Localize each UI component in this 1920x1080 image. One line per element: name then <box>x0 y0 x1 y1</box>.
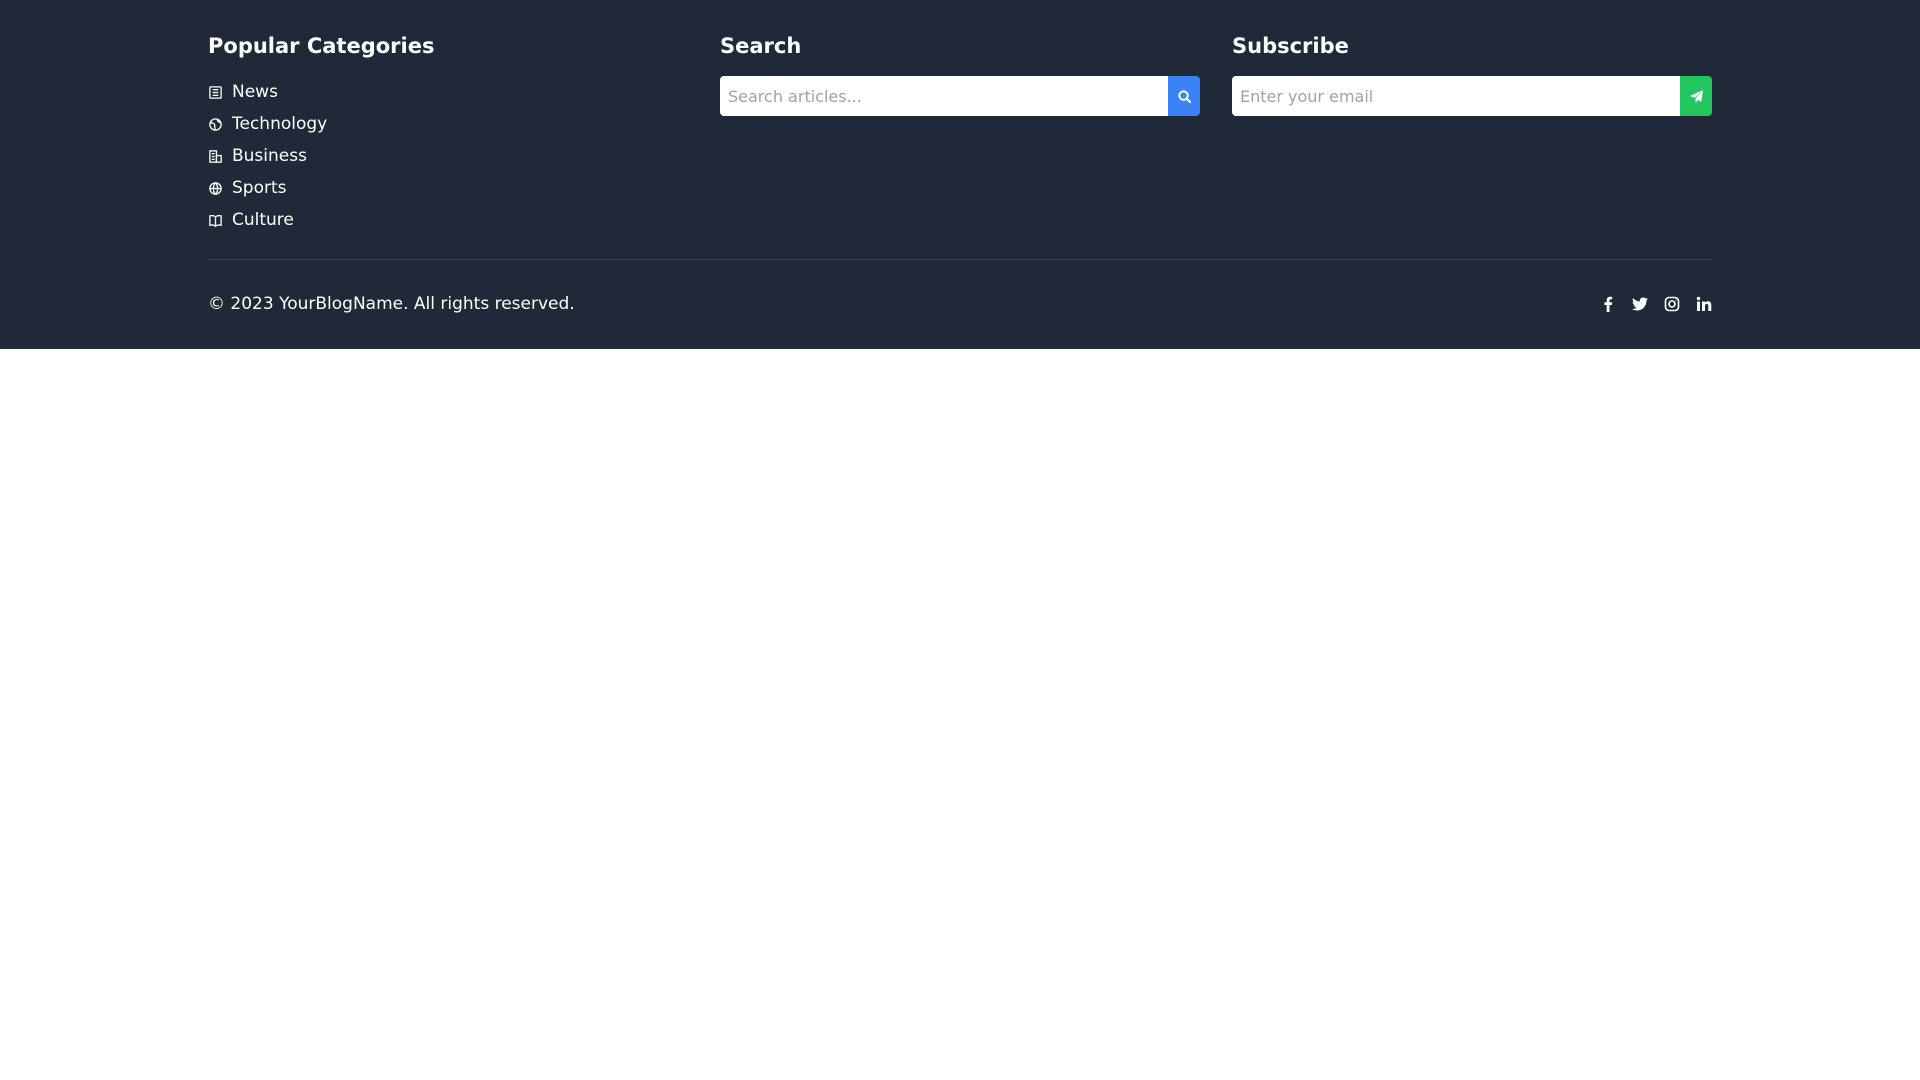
twitter-icon[interactable] <box>1632 295 1648 313</box>
category-label: News <box>232 82 278 102</box>
footer-divider <box>208 259 1712 260</box>
category-sports[interactable]: Sports <box>208 172 327 204</box>
linkedin-icon[interactable] <box>1696 295 1712 313</box>
facebook-icon[interactable] <box>1600 295 1616 313</box>
category-business[interactable]: Business <box>208 140 327 172</box>
ball-icon <box>208 181 223 196</box>
categories-title: Popular Categories <box>208 34 435 58</box>
category-label: Culture <box>232 210 294 230</box>
footer-container: Popular Categories News Technology Busin… <box>208 0 1712 349</box>
email-input[interactable] <box>1232 76 1680 116</box>
social-links <box>1600 295 1712 313</box>
instagram-icon[interactable] <box>1664 295 1680 313</box>
subscribe-button[interactable] <box>1680 76 1712 116</box>
newspaper-icon <box>208 85 223 100</box>
copyright-text: © 2023 YourBlogName. All rights reserved… <box>208 294 575 314</box>
categories-list: News Technology Business Sports Culture <box>208 76 327 236</box>
category-news[interactable]: News <box>208 76 327 108</box>
subscribe-title: Subscribe <box>1232 34 1349 58</box>
building-icon <box>208 149 223 164</box>
site-footer: Popular Categories News Technology Busin… <box>0 0 1920 349</box>
search-form <box>720 76 1200 116</box>
globe-icon <box>208 117 223 132</box>
subscribe-form <box>1232 76 1712 116</box>
category-technology[interactable]: Technology <box>208 108 327 140</box>
search-button[interactable] <box>1168 76 1200 116</box>
category-label: Sports <box>232 178 287 198</box>
search-icon <box>1177 89 1192 104</box>
search-title: Search <box>720 34 802 58</box>
category-label: Business <box>232 146 307 166</box>
search-input[interactable] <box>720 76 1168 116</box>
book-icon <box>208 213 223 228</box>
category-culture[interactable]: Culture <box>208 204 327 236</box>
paper-plane-icon <box>1689 89 1704 104</box>
category-label: Technology <box>232 114 328 134</box>
